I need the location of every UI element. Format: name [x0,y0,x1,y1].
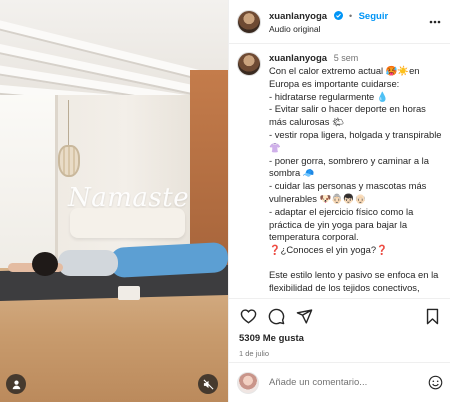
caption-line: Este estilo lento y pasivo se enfoca en … [269,268,439,293]
caption-line: - poner gorra, sombrero y caminar a la s… [269,154,432,179]
caption-author-avatar[interactable] [237,52,261,76]
viewer-avatar [237,371,259,394]
save-button[interactable] [423,307,441,325]
caption-line: - vestir ropa ligera, holgada y transpir… [269,128,445,153]
person-legs [109,241,228,279]
author-info: xuanlanyoga • Seguir Audio original [269,8,428,36]
muted-speaker-icon [203,379,213,389]
bookmark-icon [426,308,438,324]
caption-line: - cuidar las personas y mascotas más vul… [269,180,429,204]
namaste-watermark: Namaste [68,183,190,213]
separator-dot: • [348,10,353,21]
caption-line: - Evitar salir o hacer deporte en horas … [269,103,429,128]
caption-line: ❓¿Conoces el yin yoga?❓ [269,244,388,256]
comment-button[interactable] [267,307,285,325]
heart-icon [240,309,256,324]
post-details-panel: xuanlanyoga • Seguir Audio original xuan… [228,0,450,402]
post-date[interactable]: 1 de julio [239,349,441,358]
follow-button[interactable]: Seguir [359,11,389,22]
caption-line: - adaptar el ejercicio físico como la pr… [269,205,416,243]
likes-count[interactable]: 5309 Me gusta [239,333,441,344]
post-header: xuanlanyoga • Seguir Audio original [229,0,450,44]
verified-badge-icon [333,9,343,22]
caption-section: xuanlanyoga 5 sem Con el calor extremo a… [229,44,450,294]
caption-line: Con el calor extremo actual 🥵☀️en Europa… [269,65,423,89]
user-tag-button[interactable] [6,374,26,394]
comment-icon [268,308,284,324]
lamp-cord [68,100,69,145]
author-avatar[interactable] [237,9,261,34]
caption-username[interactable]: xuanlanyoga [269,53,327,64]
author-username[interactable]: xuanlanyoga [269,11,327,22]
user-tag-icon [12,380,20,389]
emoji-button[interactable] [427,375,443,391]
comment-input[interactable] [269,377,427,388]
share-icon [296,308,312,324]
person-head [32,252,58,276]
emoji-icon [428,375,442,390]
post-actions: 5309 Me gusta 1 de julio [229,298,450,358]
yoga-block [118,286,140,300]
window [0,95,58,270]
post-video[interactable]: Namaste [0,0,228,402]
more-options-icon [429,20,441,23]
lamp [58,145,80,177]
comment-bar [229,362,450,402]
more-options-button[interactable] [428,15,442,29]
audio-label[interactable]: Audio original [269,23,428,36]
like-button[interactable] [239,307,257,325]
caption-line: - hidratarse regularmente 💧 [269,90,389,102]
mute-button[interactable] [198,374,218,394]
caption-time[interactable]: 5 sem [334,53,359,63]
share-button[interactable] [295,307,313,325]
person-torso [58,250,118,276]
